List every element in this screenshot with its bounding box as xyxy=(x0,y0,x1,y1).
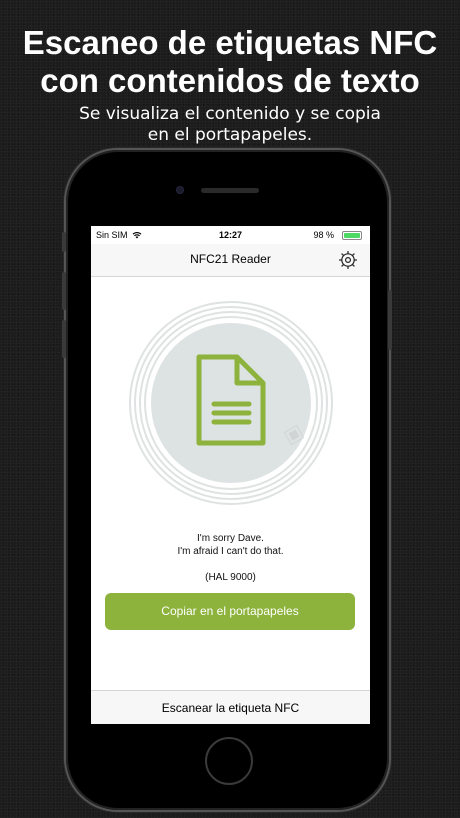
gear-icon[interactable] xyxy=(338,250,358,270)
power-button xyxy=(388,290,392,350)
home-button[interactable] xyxy=(205,737,253,785)
front-camera xyxy=(176,186,184,194)
mute-switch xyxy=(62,232,66,252)
nav-bar: NFC21 Reader xyxy=(91,244,370,277)
battery-percentage: 98 % xyxy=(313,230,334,240)
copy-to-clipboard-button[interactable]: Copiar en el portapapeles xyxy=(105,593,355,630)
tag-message: I'm sorry Dave. I'm afraid I can't do th… xyxy=(91,532,370,558)
promo-headline-line1: Escaneo de etiquetas NFC xyxy=(22,24,438,61)
promo-subline: Se visualiza el contenido y se copia en … xyxy=(0,104,460,146)
message-line1: I'm sorry Dave. xyxy=(197,533,264,544)
earpiece-speaker xyxy=(201,188,259,193)
promo-headline: Escaneo de etiquetas NFC con contenidos … xyxy=(0,24,460,100)
scan-nfc-button[interactable]: Escanear la etiqueta NFC xyxy=(91,690,370,724)
status-bar: Sin SIM 12:27 98 % xyxy=(91,226,370,244)
promo-headline-line2: con contenidos de texto xyxy=(40,62,420,99)
app-screen: Sin SIM 12:27 98 % NFC21 Reader I'm sorr… xyxy=(91,226,370,724)
message-line2: I'm afraid I can't do that. xyxy=(177,546,284,557)
promo-subline-line2: en el portapapeles. xyxy=(147,125,313,145)
promo-subline-line1: Se visualiza el contenido y se copia xyxy=(79,104,381,124)
volume-down-button xyxy=(62,320,66,358)
message-attribution: (HAL 9000) xyxy=(205,572,256,583)
volume-up-button xyxy=(62,272,66,310)
battery-icon xyxy=(342,231,362,240)
main-content: I'm sorry Dave. I'm afraid I can't do th… xyxy=(91,277,370,690)
nav-title: NFC21 Reader xyxy=(190,252,271,266)
nfc-tag-graphic xyxy=(129,301,333,505)
